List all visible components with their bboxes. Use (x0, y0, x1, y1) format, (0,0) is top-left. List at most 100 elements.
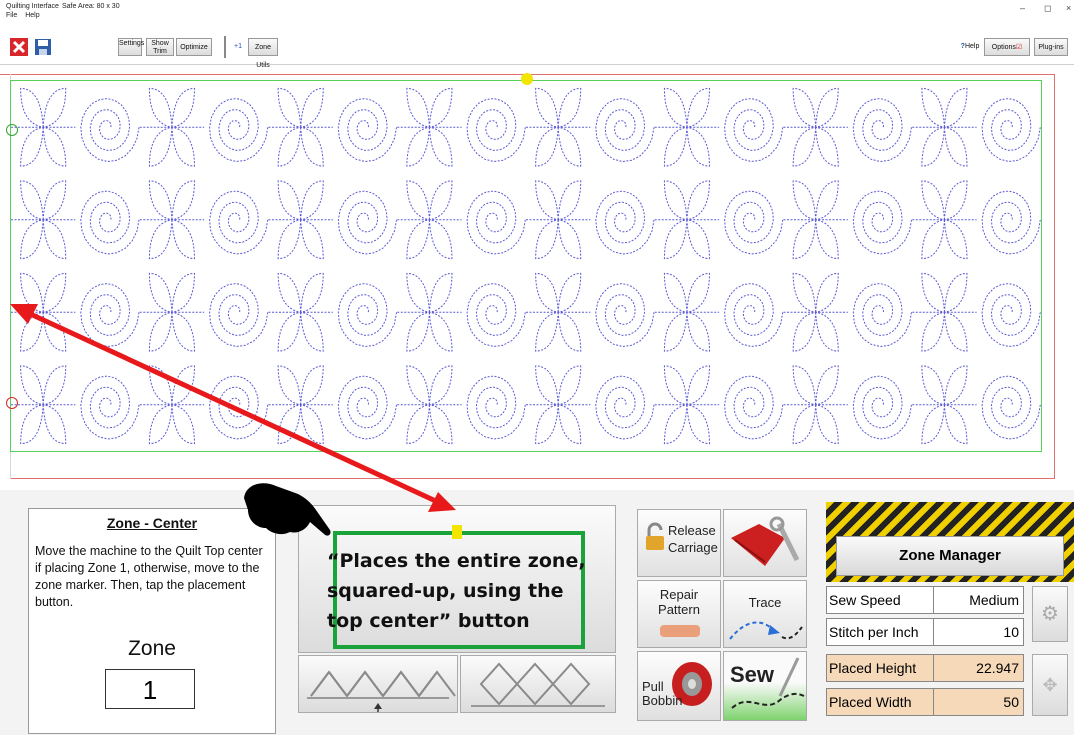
leaf-motif (428, 126, 453, 167)
leaf-motif (686, 311, 710, 352)
zone-utils-button[interactable]: Zone Utils (248, 38, 278, 69)
top-center-marker[interactable] (521, 73, 533, 85)
leaf-motif (20, 126, 44, 167)
leaf-motif (792, 311, 817, 352)
safe-area-readout: Safe Area: 80 x 30 (62, 3, 120, 10)
zone-label: Zone (128, 637, 176, 660)
leaf-motif (792, 180, 817, 221)
leaf-motif (428, 180, 453, 221)
trace-button[interactable]: Trace (723, 580, 807, 648)
leaf-motif (792, 219, 817, 260)
sew-speed-value[interactable]: Medium (969, 592, 1019, 608)
close-red-icon[interactable] (10, 38, 28, 56)
leaf-motif (148, 311, 173, 352)
plus-one-button[interactable]: +1 (230, 38, 246, 56)
leaf-motif (535, 126, 559, 167)
zone-manager: Zone Manager Sew Speed Medium Stitch per… (826, 502, 1074, 722)
stitch-per-inch-value[interactable]: 10 (1003, 624, 1019, 640)
leaf-motif (406, 126, 430, 167)
leaf-motif (406, 404, 430, 445)
minimize-button[interactable]: – (1020, 3, 1025, 13)
leaf-motif (792, 126, 817, 167)
leaf-motif (535, 272, 559, 313)
stitch-per-inch-row[interactable]: Stitch per Inch 10 (826, 618, 1024, 646)
help-button[interactable]: ?Help (958, 38, 982, 56)
leaf-motif (815, 219, 839, 260)
pull-bobbin-button[interactable]: Pull Bobbin (637, 651, 721, 721)
toolbar: Settings Show Trim Optimize +1 Zone Util… (0, 30, 1074, 69)
leaf-motif (277, 126, 302, 167)
leaf-motif (792, 404, 817, 445)
gear-icon[interactable]: ⚙ (1032, 586, 1068, 642)
leaf-motif (148, 180, 173, 221)
spiral-motif (724, 98, 784, 163)
leaf-motif (663, 311, 688, 352)
settings-button[interactable]: Settings (118, 38, 144, 56)
leaf-motif (792, 365, 817, 406)
leaf-motif (148, 87, 173, 128)
leaf-motif (815, 272, 839, 313)
menu-help[interactable]: Help (25, 12, 39, 19)
tools-button[interactable] (723, 509, 807, 577)
padlock-icon (646, 522, 664, 550)
top-center-handle (452, 525, 462, 539)
release-carriage-button[interactable]: Release Carriage (637, 509, 721, 577)
close-button[interactable]: × (1066, 3, 1071, 13)
leaf-motif (277, 87, 302, 128)
place-rows-bottom-center-button[interactable] (298, 655, 458, 713)
leaf-motif (300, 311, 324, 352)
leaf-motif (300, 87, 324, 128)
leaf-motif (557, 365, 582, 406)
leaf-motif (428, 365, 453, 406)
leaf-motif (815, 404, 839, 445)
toolbar-divider (224, 36, 226, 58)
place-rows-button[interactable] (460, 655, 616, 713)
sew-speed-row[interactable]: Sew Speed Medium (826, 586, 1024, 614)
restore-button[interactable]: ◻ (1044, 3, 1051, 14)
zone-number-field[interactable]: 1 (105, 669, 195, 709)
leaf-motif (406, 87, 430, 128)
toolbox-icon (731, 516, 800, 566)
leaf-motif (148, 219, 173, 260)
zone-manager-button[interactable]: Zone Manager (836, 536, 1064, 576)
leaf-motif (663, 87, 688, 128)
spiral-motif (852, 98, 912, 163)
leaf-motif (277, 272, 302, 313)
spiral-motif (80, 190, 140, 255)
leaf-motif (277, 365, 302, 406)
spiral-motif (209, 98, 269, 163)
show-trim-button[interactable]: Show Trim (146, 38, 174, 56)
leaf-motif (943, 311, 968, 352)
leaf-motif (42, 219, 67, 260)
save-icon[interactable] (34, 38, 52, 56)
leaf-motif (943, 126, 968, 167)
spiral-motif (337, 190, 397, 255)
leaf-motif (535, 311, 559, 352)
zone-info-panel: Zone - Center Move the machine to the Qu… (28, 508, 276, 734)
leaf-motif (921, 87, 945, 128)
plugins-button[interactable]: Plug-ins (1034, 38, 1068, 56)
options-button[interactable]: Options☑ (984, 38, 1030, 56)
optimize-button[interactable]: Optimize (176, 38, 212, 56)
menu-file[interactable]: File (6, 12, 17, 19)
leaf-motif (663, 404, 688, 445)
quilt-canvas[interactable] (10, 80, 1042, 452)
sew-button[interactable]: Sew (723, 651, 807, 721)
app-title: Quilting Interface (6, 3, 59, 10)
leaf-motif (148, 365, 173, 406)
leaf-motif (148, 272, 173, 313)
leaf-motif (921, 219, 945, 260)
spiral-motif (852, 190, 912, 255)
zone-start-marker[interactable] (6, 124, 18, 136)
placed-height-row: Placed Height 22.947 (826, 654, 1024, 682)
placed-width-value: 50 (1003, 694, 1019, 710)
leaf-motif (921, 404, 945, 445)
spiral-motif (466, 98, 526, 163)
leaf-motif (300, 126, 324, 167)
repair-pattern-button[interactable]: Repair Pattern (637, 580, 721, 648)
needle-icon (731, 657, 805, 709)
resize-icon[interactable]: ✥ (1032, 654, 1068, 716)
zone-end-marker[interactable] (6, 397, 18, 409)
leaf-motif (663, 180, 688, 221)
leaf-motif (943, 219, 968, 260)
